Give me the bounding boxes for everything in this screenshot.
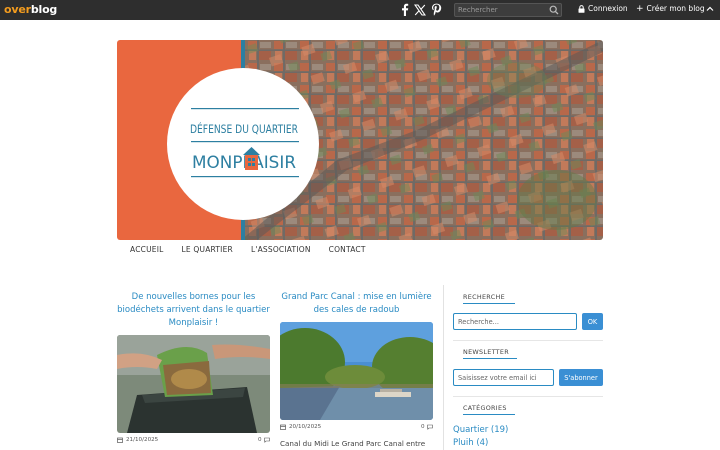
widget-separator [453,396,603,397]
search-widget-underline [463,303,515,304]
newsletter-widget-underline [463,358,517,359]
categories-widget-label: CATÉGORIES [463,404,507,412]
post-title-1-line2: biodéchets arrivent dans le quartier [117,305,270,315]
banner-image: DÉFENSE DU QUARTIER MONPLAISIR [117,40,603,240]
post-date-1: 21/10/2025 [126,437,159,443]
post-title-1-line3: Monplaisir ! [168,318,219,328]
post-thumbnail-2[interactable] [280,322,433,420]
top-bar: overblog Connexion + Créer mon blog [0,0,720,20]
nav-item-association[interactable]: L'ASSOCIATION [251,245,311,259]
post-title-1[interactable]: De nouvelles bornes pour les biodéchets … [117,291,270,330]
sidebar-divider [443,285,444,450]
category-link-pluih[interactable]: Pluih (4) [453,438,488,448]
login-link[interactable]: Connexion [578,4,628,13]
categories-widget-title: CATÉGORIES [463,404,515,415]
banner-title-line1: DÉFENSE DU QUARTIER [190,121,298,136]
header-banner: DÉFENSE DU QUARTIER MONPLAISIR [117,40,603,240]
plus-icon: + [636,3,644,14]
post-title-1-line1: De nouvelles bornes pour les [131,292,256,302]
post-comment-count-2: 0 [421,424,425,430]
post-meta-1: 21/10/2025 [117,437,158,443]
categories-widget-underline [463,414,515,415]
sidebar-search-input[interactable] [453,313,577,330]
login-label: Connexion [588,4,628,13]
post-title-2[interactable]: Grand Parc Canal : mise en lumière des c… [280,291,433,317]
nav-item-le-quartier[interactable]: LE QUARTIER [182,245,233,259]
chevron-up-icon[interactable] [705,4,715,14]
post-comments-2[interactable]: 0 [421,424,433,430]
banner-title-line2: MONPLAISIR [192,153,296,173]
newsletter-subscribe-button[interactable]: S'abonner [559,369,603,386]
create-blog-link[interactable]: + Créer mon blog [636,4,705,13]
post-title-2-line2: des cales de radoub [313,305,400,315]
search-widget-title: RECHERCHE [463,293,515,304]
nav-item-accueil[interactable]: ACCUEIL [130,245,164,259]
main-nav: ACCUEIL LE QUARTIER L'ASSOCIATION CONTAC… [117,245,366,259]
logo-blog: blog [30,3,58,16]
post-comment-count-1: 0 [258,437,262,443]
search-icon[interactable] [549,5,559,15]
post-thumbnail-1[interactable] [117,335,270,433]
post-date-2: 20/10/2025 [289,424,322,430]
post-meta-2: 20/10/2025 [280,424,321,430]
facebook-icon[interactable] [397,2,411,17]
newsletter-widget-title: NEWSLETTER [463,348,517,359]
calendar-icon [117,437,123,443]
logo-over: over [4,3,31,16]
calendar-icon [280,424,286,430]
x-icon[interactable] [413,2,427,17]
post-title-2-line1: Grand Parc Canal : mise en lumière [281,292,432,302]
top-search-input[interactable] [458,4,546,16]
top-search-box [454,3,562,17]
newsletter-widget-label: NEWSLETTER [463,348,509,356]
nav-item-contact[interactable]: CONTACT [329,245,366,259]
lock-icon [578,4,585,13]
comment-icon [426,424,433,430]
post-comments-1[interactable]: 0 [258,437,270,443]
comment-icon [263,437,270,443]
widget-separator [453,340,603,341]
search-widget-label: RECHERCHE [463,293,505,301]
create-blog-label: Créer mon blog [646,4,705,13]
sidebar-search-button[interactable]: OK [582,313,603,330]
newsletter-email-input[interactable] [453,369,554,386]
post-excerpt-2: Canal du Midi Le Grand Parc Canal entre [280,439,426,448]
overblog-logo[interactable]: overblog [4,3,57,16]
category-link-quartier[interactable]: Quartier (19) [453,425,508,435]
pinterest-icon[interactable] [429,2,443,17]
